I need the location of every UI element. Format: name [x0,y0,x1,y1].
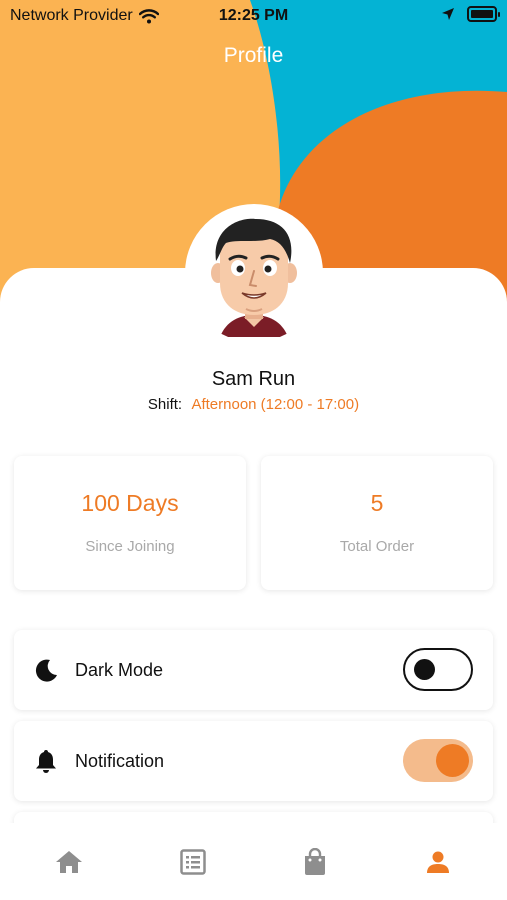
shift-label: Shift: [147,396,183,413]
stat-card-total-order[interactable]: 5 Total Order [261,456,493,590]
status-time: 12:25 PM [218,7,289,24]
shift-value: Afternoon (12:00 - 17:00) [191,396,360,413]
bell-icon [36,750,56,773]
user-name: Sam Run [211,368,296,390]
stat-caption: Total Order [339,538,415,555]
setting-notification[interactable]: Notification [14,721,493,801]
setting-label: Notification [75,751,165,771]
avatar-illustration [211,218,297,337]
nav-profile[interactable] [423,847,453,877]
status-bar: Network Provider 12:25 PM [0,0,507,32]
list-icon [180,849,206,875]
nav-shop[interactable] [300,847,330,877]
toggle-knob [414,659,435,680]
shopping-bag-icon [305,848,325,875]
stat-value: 100 Days [81,490,179,516]
battery-icon [467,6,500,22]
toggle-knob [436,744,469,777]
avatar[interactable] [185,204,323,342]
setting-dark-mode[interactable]: Dark Mode [14,630,493,710]
bottom-navigation [0,823,507,900]
stat-value: 5 [370,490,384,516]
page-title: Profile [223,44,284,67]
person-icon [427,851,449,873]
home-icon [56,851,82,873]
shift-info: Shift: Afternoon (12:00 - 17:00) [0,396,507,413]
notification-toggle[interactable] [403,739,473,782]
location-arrow-icon [442,8,454,20]
nav-orders-list[interactable] [178,847,208,877]
setting-label: Dark Mode [75,660,164,680]
stat-card-since-joining: 100 Days Since Joining [14,456,246,590]
nav-home[interactable] [54,847,84,877]
dark-mode-toggle[interactable] [403,648,473,691]
stat-caption: Since Joining [85,538,175,555]
moon-icon [35,659,57,682]
